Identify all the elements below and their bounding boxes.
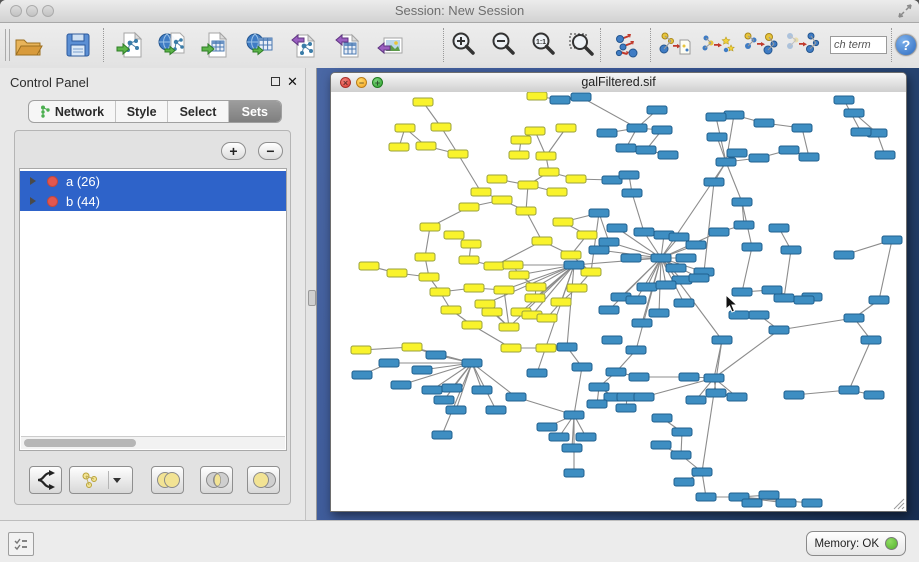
collapse-panel-handle[interactable] — [308, 290, 316, 306]
select-first-neighbors-icon[interactable] — [784, 30, 814, 60]
save-icon[interactable] — [63, 30, 93, 60]
venn-intersection-icon — [204, 471, 230, 489]
search-input[interactable] — [830, 36, 887, 54]
add-set-button[interactable]: + — [221, 142, 246, 160]
memory-ok-indicator — [885, 537, 898, 550]
remove-set-button[interactable]: − — [258, 142, 283, 160]
toolbar-separator — [650, 28, 651, 62]
expand-triangle-icon[interactable] — [30, 177, 36, 185]
sets-panel: + − a (26) b (44) — [14, 130, 291, 505]
sets-list: a (26) b (44) — [19, 168, 287, 451]
status-bar: Memory: OK — [0, 520, 919, 562]
network-graph[interactable] — [331, 92, 906, 511]
window-title: Session: New Session — [0, 3, 919, 18]
zoom-in-icon[interactable] — [449, 30, 479, 60]
venn-difference-icon — [251, 471, 277, 489]
tab-style[interactable]: Style — [116, 101, 168, 122]
network-tab-icon — [40, 105, 51, 118]
export-image-icon[interactable] — [375, 30, 405, 60]
import-table-file-icon[interactable] — [200, 30, 230, 60]
toolbar-separator — [891, 28, 892, 62]
tab-network-label: Network — [55, 105, 104, 119]
title-bar[interactable]: Session: New Session — [0, 0, 919, 23]
network-window-title: galFiltered.sif — [331, 75, 906, 89]
button-divider — [108, 471, 109, 489]
zoom-fit-selected-icon[interactable] — [567, 30, 597, 60]
network-canvas[interactable] — [331, 92, 906, 511]
scrollbar-thumb[interactable] — [24, 439, 136, 447]
set-row-b[interactable]: b (44) — [20, 191, 286, 211]
first-neighbors-icon[interactable] — [742, 30, 772, 60]
network-window-titlebar[interactable]: × − + galFiltered.sif — [331, 73, 906, 93]
set-color-dot — [47, 196, 58, 207]
set-label: b (44) — [66, 194, 100, 209]
help-button[interactable]: ? — [895, 34, 917, 56]
clone-network-icon[interactable] — [700, 30, 730, 60]
horizontal-scrollbar[interactable] — [21, 436, 285, 449]
union-sets-button[interactable] — [151, 466, 184, 494]
memory-status-button[interactable]: Memory: OK — [806, 531, 906, 556]
import-table-url-icon[interactable] — [245, 30, 275, 60]
export-network-icon[interactable] — [288, 30, 318, 60]
create-set-from-nodes-button[interactable] — [69, 466, 133, 494]
task-history-button[interactable] — [8, 532, 34, 556]
tab-select-label: Select — [180, 105, 217, 119]
toolbar-drag-handle[interactable] — [5, 29, 10, 61]
intersect-sets-button[interactable] — [200, 466, 233, 494]
tab-style-label: Style — [127, 105, 157, 119]
task-checklist-icon — [13, 537, 29, 551]
venn-union-icon — [155, 471, 181, 489]
toolbar-separator — [600, 28, 601, 62]
network-view-window[interactable]: × − + galFiltered.sif — [330, 72, 907, 512]
control-panel: Control Panel ✕ Network Style Select Set… — [0, 68, 305, 520]
import-network-url-icon[interactable] — [157, 30, 187, 60]
set-color-dot — [47, 176, 58, 187]
apply-layout-icon[interactable] — [612, 30, 642, 60]
tab-sets-label: Sets — [242, 105, 268, 119]
control-panel-header: Control Panel ✕ — [0, 68, 305, 96]
open-folder-icon[interactable] — [13, 30, 43, 60]
resize-grip-icon[interactable] — [891, 496, 905, 510]
zoom-out-icon[interactable] — [489, 30, 519, 60]
control-panel-tabbar: Network Style Select Sets — [28, 100, 282, 123]
mouse-cursor — [725, 294, 739, 314]
toolbar-separator — [443, 28, 444, 62]
panel-divider[interactable] — [305, 68, 317, 520]
import-network-file-icon[interactable] — [115, 30, 145, 60]
difference-sets-button[interactable] — [247, 466, 280, 494]
fullscreen-icon[interactable] — [897, 3, 913, 19]
svg-text:1:1: 1:1 — [536, 39, 546, 46]
float-panel-icon[interactable] — [271, 77, 280, 86]
split-arrows-icon — [35, 469, 57, 491]
memory-status-label: Memory: OK — [814, 538, 879, 550]
application-window: Session: New Session — [0, 0, 919, 562]
dropdown-caret-icon[interactable] — [113, 478, 121, 483]
control-panel-title: Control Panel — [10, 75, 89, 90]
export-table-icon[interactable] — [332, 30, 362, 60]
toolbar: 1:1 ? — [0, 23, 919, 69]
tab-select[interactable]: Select — [168, 101, 228, 122]
toolbar-separator — [103, 28, 104, 62]
set-label: a (26) — [66, 174, 100, 189]
zoom-actual-size-icon[interactable]: 1:1 — [529, 30, 559, 60]
set-row-a[interactable]: a (26) — [20, 171, 286, 191]
split-set-button[interactable] — [29, 466, 62, 494]
expand-triangle-icon[interactable] — [30, 197, 36, 205]
tab-network[interactable]: Network — [29, 101, 116, 122]
nodes-icon — [80, 470, 102, 490]
close-panel-icon[interactable]: ✕ — [287, 74, 298, 90]
network-desktop: × − + galFiltered.sif — [317, 68, 919, 520]
new-network-from-selection-icon[interactable] — [658, 30, 688, 60]
tab-sets[interactable]: Sets — [229, 101, 281, 122]
